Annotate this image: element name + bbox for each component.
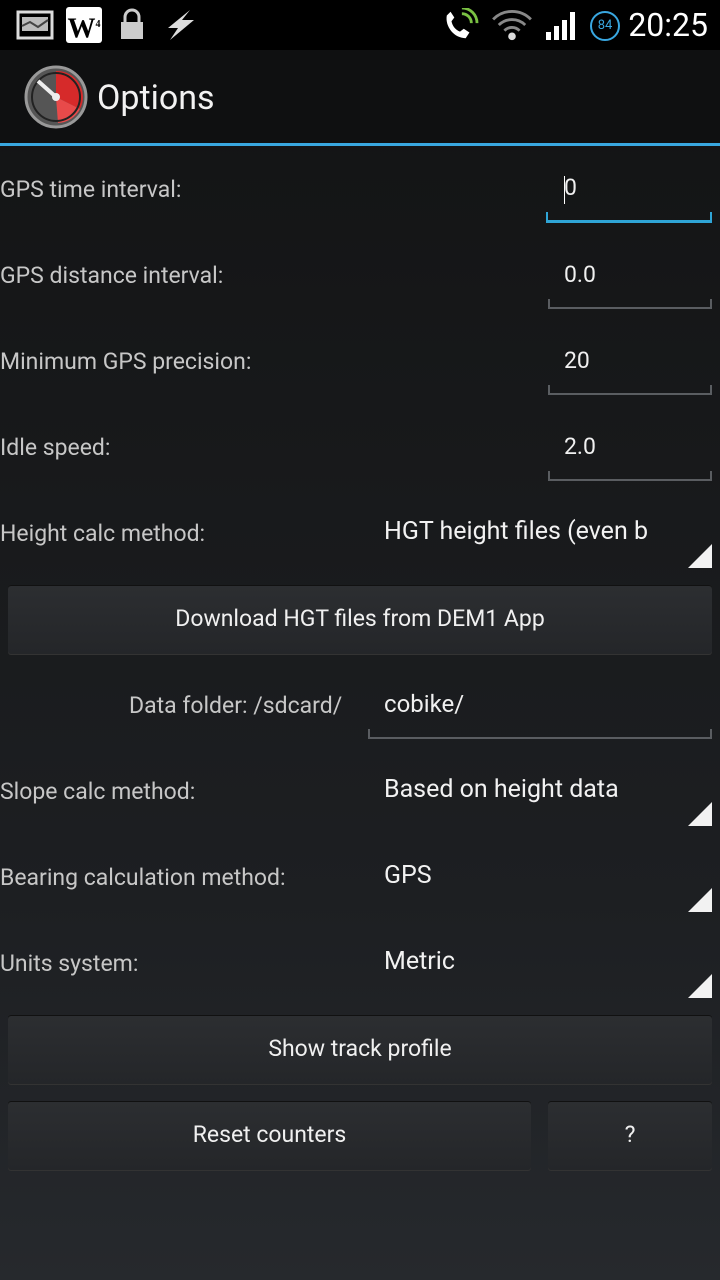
lock-icon <box>121 8 143 39</box>
gps-distance-interval-underline <box>548 299 712 309</box>
action-bar-divider <box>0 143 720 146</box>
spinner-dropdown-icon <box>688 974 712 998</box>
min-gps-precision-label: Minimum GPS precision: <box>0 348 252 375</box>
notification-image-icon <box>16 10 54 40</box>
gps-time-interval-input[interactable]: 0 <box>564 174 577 201</box>
slope-calc-method-label: Slope calc method: <box>0 778 196 805</box>
battery-icon: 84 <box>590 11 620 41</box>
gps-distance-interval-label: GPS distance interval: <box>0 262 224 289</box>
min-gps-precision-input[interactable]: 20 <box>564 347 590 374</box>
min-gps-precision-underline <box>548 385 712 395</box>
page-title: Options <box>97 78 215 118</box>
idle-speed-input[interactable]: 2.0 <box>564 433 596 460</box>
phone-signal-icon <box>446 8 479 39</box>
gps-distance-interval-input[interactable]: 0.0 <box>564 261 596 288</box>
show-track-profile-button[interactable]: Show track profile <box>8 1015 712 1085</box>
reset-counters-button[interactable]: Reset counters <box>8 1101 531 1171</box>
gps-time-interval-label: GPS time interval: <box>0 176 182 203</box>
data-folder-label: Data folder: /sdcard/ <box>129 692 343 719</box>
units-system-label: Units system: <box>0 950 139 977</box>
height-calc-method-spinner[interactable]: HGT height files (even b <box>384 517 674 546</box>
spinner-dropdown-icon <box>688 888 712 912</box>
idle-speed-label: Idle speed: <box>0 434 111 461</box>
download-hgt-button[interactable]: Download HGT files from DEM1 App <box>8 585 712 655</box>
bearing-calc-method-spinner[interactable]: GPS <box>384 861 674 890</box>
slope-calc-method-spinner[interactable]: Based on height data <box>384 775 674 804</box>
w4-widget-icon: W4 <box>66 7 102 44</box>
idle-speed-underline <box>548 471 712 481</box>
gps-time-interval-underline <box>546 212 712 223</box>
spinner-dropdown-icon <box>688 802 712 826</box>
cobike-gauge-icon[interactable] <box>24 65 88 129</box>
flash-icon <box>168 10 194 40</box>
height-calc-method-label: Height calc method: <box>0 520 206 547</box>
data-folder-underline <box>368 729 712 739</box>
wifi-icon <box>492 9 532 41</box>
help-button[interactable]: ? <box>548 1101 712 1171</box>
status-bar: W4 84 20:25 <box>0 0 720 50</box>
cell-signal-icon <box>546 12 575 40</box>
data-folder-input[interactable]: cobike/ <box>384 690 464 718</box>
status-time: 20:25 <box>628 6 708 44</box>
units-system-spinner[interactable]: Metric <box>384 947 674 976</box>
spinner-dropdown-icon <box>688 544 712 568</box>
bearing-calc-method-label: Bearing calculation method: <box>0 864 286 891</box>
text-cursor <box>564 176 565 204</box>
